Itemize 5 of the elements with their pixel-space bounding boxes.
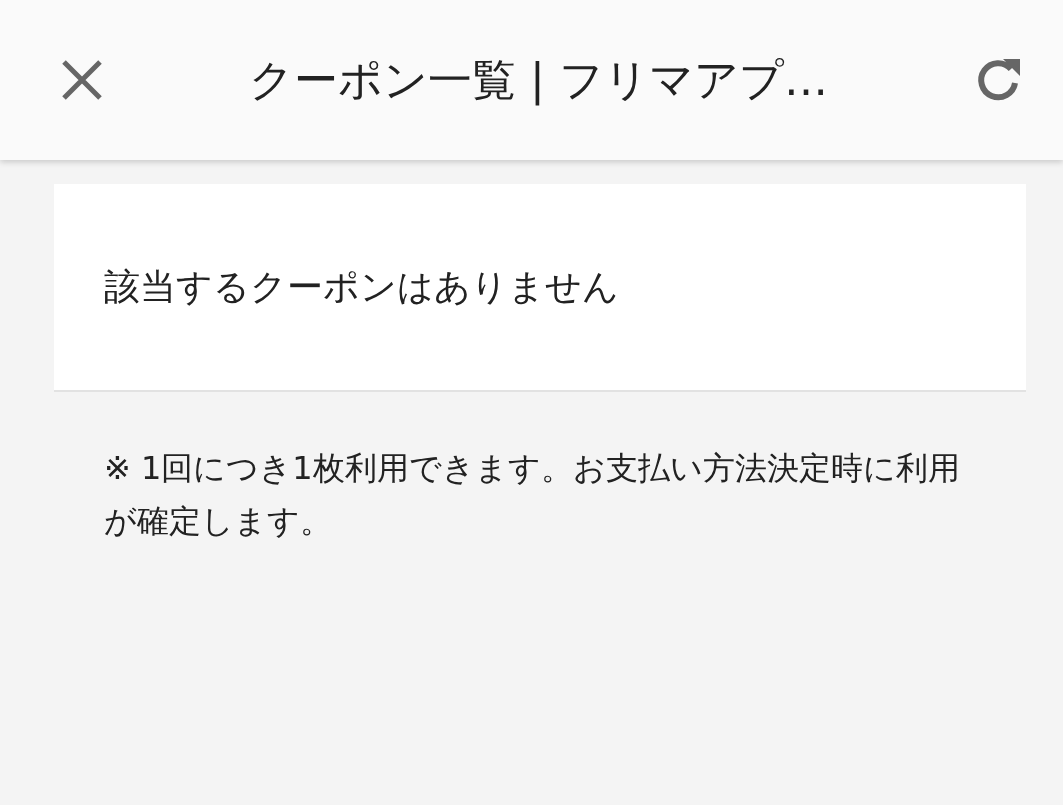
close-button[interactable] [60, 58, 104, 102]
close-icon [60, 58, 104, 102]
usage-note: ※ 1回につき1枚利用できます。お支払い方法決定時に利用が確定します。 [104, 448, 961, 542]
empty-message: 該当するクーポンはありません [104, 264, 619, 309]
page-title: クーポン一覧 | フリマアプ… [248, 52, 829, 108]
